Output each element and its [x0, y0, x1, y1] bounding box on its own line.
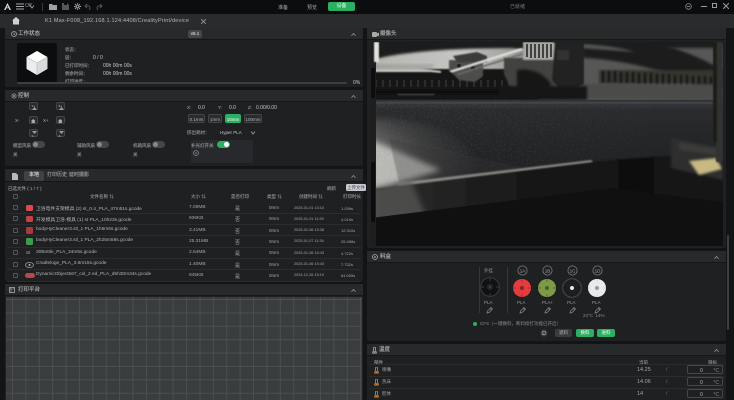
- svg-text:1D: 1D: [594, 269, 601, 274]
- svg-text:1A: 1A: [519, 269, 525, 274]
- svg-text:1B: 1B: [544, 269, 550, 274]
- svg-text:1C: 1C: [569, 269, 576, 274]
